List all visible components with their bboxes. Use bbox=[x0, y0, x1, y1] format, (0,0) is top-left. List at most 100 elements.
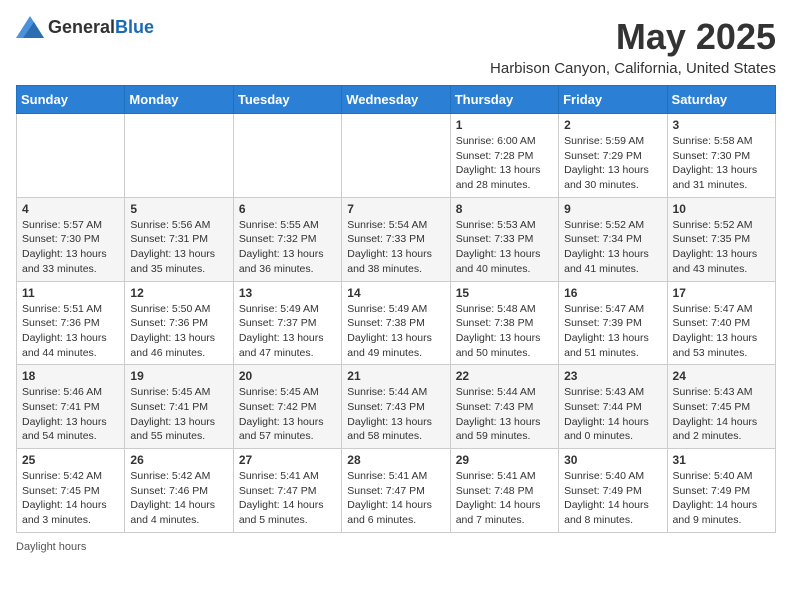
sunrise: Sunrise: 5:55 AM bbox=[239, 219, 319, 231]
sunrise: Sunrise: 5:47 AM bbox=[564, 303, 644, 315]
sunrise: Sunrise: 5:49 AM bbox=[347, 303, 427, 315]
calendar-cell: 27 Sunrise: 5:41 AM Sunset: 7:47 PM Dayl… bbox=[233, 449, 341, 533]
sunrise: Sunrise: 5:51 AM bbox=[22, 303, 102, 315]
calendar-cell: 17 Sunrise: 5:47 AM Sunset: 7:40 PM Dayl… bbox=[667, 281, 775, 365]
day-info: Sunrise: 5:41 AM Sunset: 7:47 PM Dayligh… bbox=[347, 469, 444, 528]
day-number: 8 bbox=[456, 202, 553, 216]
day-info: Sunrise: 6:00 AM Sunset: 7:28 PM Dayligh… bbox=[456, 134, 553, 193]
sunset: Sunset: 7:45 PM bbox=[22, 485, 100, 497]
calendar-day-header: Wednesday bbox=[342, 86, 450, 114]
daylight: Daylight: 14 hours and 8 minutes. bbox=[564, 499, 649, 526]
calendar-cell: 16 Sunrise: 5:47 AM Sunset: 7:39 PM Dayl… bbox=[559, 281, 667, 365]
calendar-cell: 3 Sunrise: 5:58 AM Sunset: 7:30 PM Dayli… bbox=[667, 114, 775, 198]
day-info: Sunrise: 5:44 AM Sunset: 7:43 PM Dayligh… bbox=[456, 385, 553, 444]
day-number: 14 bbox=[347, 286, 444, 300]
sunset: Sunset: 7:33 PM bbox=[347, 233, 425, 245]
calendar-cell: 25 Sunrise: 5:42 AM Sunset: 7:45 PM Dayl… bbox=[17, 449, 125, 533]
calendar-day-header: Friday bbox=[559, 86, 667, 114]
day-info: Sunrise: 5:45 AM Sunset: 7:42 PM Dayligh… bbox=[239, 385, 336, 444]
calendar-cell: 6 Sunrise: 5:55 AM Sunset: 7:32 PM Dayli… bbox=[233, 197, 341, 281]
daylight: Daylight: 13 hours and 40 minutes. bbox=[456, 248, 541, 275]
day-info: Sunrise: 5:49 AM Sunset: 7:38 PM Dayligh… bbox=[347, 302, 444, 361]
daylight: Daylight: 13 hours and 41 minutes. bbox=[564, 248, 649, 275]
calendar-cell bbox=[342, 114, 450, 198]
daylight: Daylight: 13 hours and 35 minutes. bbox=[130, 248, 215, 275]
sunrise: Sunrise: 5:43 AM bbox=[564, 386, 644, 398]
daylight: Daylight: 14 hours and 3 minutes. bbox=[22, 499, 107, 526]
calendar-cell: 9 Sunrise: 5:52 AM Sunset: 7:34 PM Dayli… bbox=[559, 197, 667, 281]
day-info: Sunrise: 5:40 AM Sunset: 7:49 PM Dayligh… bbox=[673, 469, 770, 528]
day-info: Sunrise: 5:42 AM Sunset: 7:46 PM Dayligh… bbox=[130, 469, 227, 528]
sunrise: Sunrise: 5:54 AM bbox=[347, 219, 427, 231]
day-number: 24 bbox=[673, 369, 770, 383]
daylight: Daylight: 13 hours and 36 minutes. bbox=[239, 248, 324, 275]
sunset: Sunset: 7:48 PM bbox=[456, 485, 534, 497]
daylight: Daylight: 13 hours and 53 minutes. bbox=[673, 332, 758, 359]
calendar-header-row: SundayMondayTuesdayWednesdayThursdayFrid… bbox=[17, 86, 776, 114]
daylight: Daylight: 13 hours and 58 minutes. bbox=[347, 416, 432, 443]
daylight: Daylight: 14 hours and 0 minutes. bbox=[564, 416, 649, 443]
location-title: Harbison Canyon, California, United Stat… bbox=[490, 60, 776, 77]
sunset: Sunset: 7:38 PM bbox=[456, 317, 534, 329]
calendar-cell: 14 Sunrise: 5:49 AM Sunset: 7:38 PM Dayl… bbox=[342, 281, 450, 365]
day-number: 25 bbox=[22, 453, 119, 467]
page-header: GeneralBlue May 2025 Harbison Canyon, Ca… bbox=[16, 16, 776, 77]
sunrise: Sunrise: 5:42 AM bbox=[130, 470, 210, 482]
calendar-cell: 15 Sunrise: 5:48 AM Sunset: 7:38 PM Dayl… bbox=[450, 281, 558, 365]
day-number: 26 bbox=[130, 453, 227, 467]
day-number: 11 bbox=[22, 286, 119, 300]
day-number: 15 bbox=[456, 286, 553, 300]
sunset: Sunset: 7:40 PM bbox=[673, 317, 751, 329]
day-number: 9 bbox=[564, 202, 661, 216]
daylight-label: Daylight hours bbox=[16, 541, 86, 553]
daylight: Daylight: 13 hours and 43 minutes. bbox=[673, 248, 758, 275]
calendar-week-row: 1 Sunrise: 6:00 AM Sunset: 7:28 PM Dayli… bbox=[17, 114, 776, 198]
sunrise: Sunrise: 6:00 AM bbox=[456, 135, 536, 147]
sunrise: Sunrise: 5:48 AM bbox=[456, 303, 536, 315]
daylight: Daylight: 14 hours and 5 minutes. bbox=[239, 499, 324, 526]
day-info: Sunrise: 5:51 AM Sunset: 7:36 PM Dayligh… bbox=[22, 302, 119, 361]
sunset: Sunset: 7:49 PM bbox=[564, 485, 642, 497]
sunset: Sunset: 7:35 PM bbox=[673, 233, 751, 245]
calendar-cell: 2 Sunrise: 5:59 AM Sunset: 7:29 PM Dayli… bbox=[559, 114, 667, 198]
daylight: Daylight: 14 hours and 7 minutes. bbox=[456, 499, 541, 526]
sunrise: Sunrise: 5:57 AM bbox=[22, 219, 102, 231]
calendar-day-header: Thursday bbox=[450, 86, 558, 114]
day-number: 17 bbox=[673, 286, 770, 300]
daylight: Daylight: 14 hours and 9 minutes. bbox=[673, 499, 758, 526]
day-number: 16 bbox=[564, 286, 661, 300]
day-number: 7 bbox=[347, 202, 444, 216]
day-number: 4 bbox=[22, 202, 119, 216]
calendar-cell: 29 Sunrise: 5:41 AM Sunset: 7:48 PM Dayl… bbox=[450, 449, 558, 533]
day-info: Sunrise: 5:59 AM Sunset: 7:29 PM Dayligh… bbox=[564, 134, 661, 193]
sunrise: Sunrise: 5:58 AM bbox=[673, 135, 753, 147]
daylight: Daylight: 13 hours and 38 minutes. bbox=[347, 248, 432, 275]
sunrise: Sunrise: 5:42 AM bbox=[22, 470, 102, 482]
sunrise: Sunrise: 5:45 AM bbox=[239, 386, 319, 398]
sunset: Sunset: 7:41 PM bbox=[130, 401, 208, 413]
day-info: Sunrise: 5:48 AM Sunset: 7:38 PM Dayligh… bbox=[456, 302, 553, 361]
calendar-cell: 11 Sunrise: 5:51 AM Sunset: 7:36 PM Dayl… bbox=[17, 281, 125, 365]
daylight: Daylight: 13 hours and 30 minutes. bbox=[564, 164, 649, 191]
day-info: Sunrise: 5:43 AM Sunset: 7:44 PM Dayligh… bbox=[564, 385, 661, 444]
calendar-cell: 12 Sunrise: 5:50 AM Sunset: 7:36 PM Dayl… bbox=[125, 281, 233, 365]
daylight: Daylight: 13 hours and 33 minutes. bbox=[22, 248, 107, 275]
day-number: 18 bbox=[22, 369, 119, 383]
sunrise: Sunrise: 5:53 AM bbox=[456, 219, 536, 231]
sunrise: Sunrise: 5:52 AM bbox=[673, 219, 753, 231]
day-number: 23 bbox=[564, 369, 661, 383]
sunset: Sunset: 7:41 PM bbox=[22, 401, 100, 413]
sunset: Sunset: 7:38 PM bbox=[347, 317, 425, 329]
day-info: Sunrise: 5:40 AM Sunset: 7:49 PM Dayligh… bbox=[564, 469, 661, 528]
day-info: Sunrise: 5:54 AM Sunset: 7:33 PM Dayligh… bbox=[347, 218, 444, 277]
sunrise: Sunrise: 5:50 AM bbox=[130, 303, 210, 315]
calendar-cell: 8 Sunrise: 5:53 AM Sunset: 7:33 PM Dayli… bbox=[450, 197, 558, 281]
calendar-cell: 5 Sunrise: 5:56 AM Sunset: 7:31 PM Dayli… bbox=[125, 197, 233, 281]
day-info: Sunrise: 5:44 AM Sunset: 7:43 PM Dayligh… bbox=[347, 385, 444, 444]
daylight: Daylight: 13 hours and 49 minutes. bbox=[347, 332, 432, 359]
sunset: Sunset: 7:29 PM bbox=[564, 150, 642, 162]
sunset: Sunset: 7:32 PM bbox=[239, 233, 317, 245]
day-number: 1 bbox=[456, 118, 553, 132]
sunset: Sunset: 7:28 PM bbox=[456, 150, 534, 162]
day-info: Sunrise: 5:42 AM Sunset: 7:45 PM Dayligh… bbox=[22, 469, 119, 528]
